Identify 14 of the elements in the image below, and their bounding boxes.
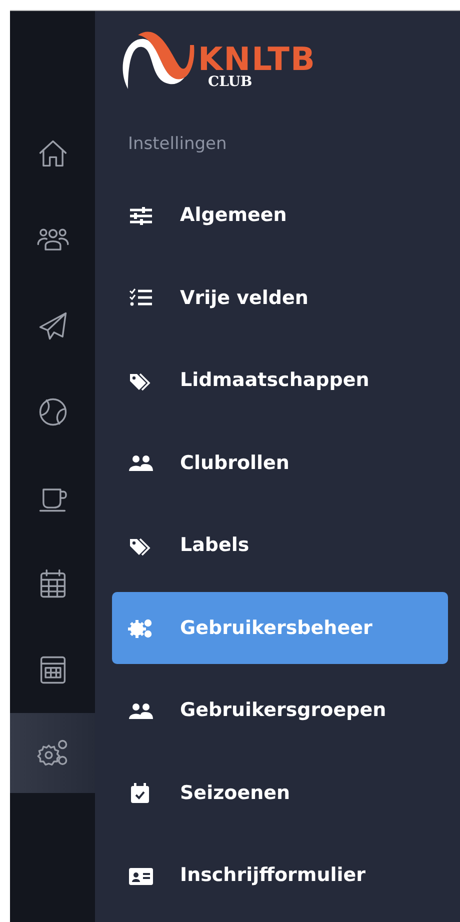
menu-item[interactable]: Inschrijfformulier — [112, 840, 448, 912]
logo-subtitle: CLUB — [208, 75, 254, 89]
menu-item[interactable]: Vrije velden — [112, 262, 448, 334]
logo-wordmark: KNLTB — [198, 43, 316, 75]
menu-item[interactable]: Lidmaatschappen — [112, 344, 448, 416]
menu-item[interactable]: Clubrollen — [112, 427, 448, 499]
rail-button[interactable] — [10, 713, 95, 793]
gears-icon — [128, 617, 154, 639]
menu-item[interactable]: Gebruikersgroepen — [112, 674, 448, 746]
sliders-icon — [128, 204, 154, 226]
menu-item[interactable]: Seizoenen — [112, 757, 448, 829]
menu-item[interactable]: Labels — [112, 510, 448, 582]
menu-item[interactable]: Algemeen — [112, 180, 448, 252]
section-title: Instellingen — [127, 133, 228, 156]
